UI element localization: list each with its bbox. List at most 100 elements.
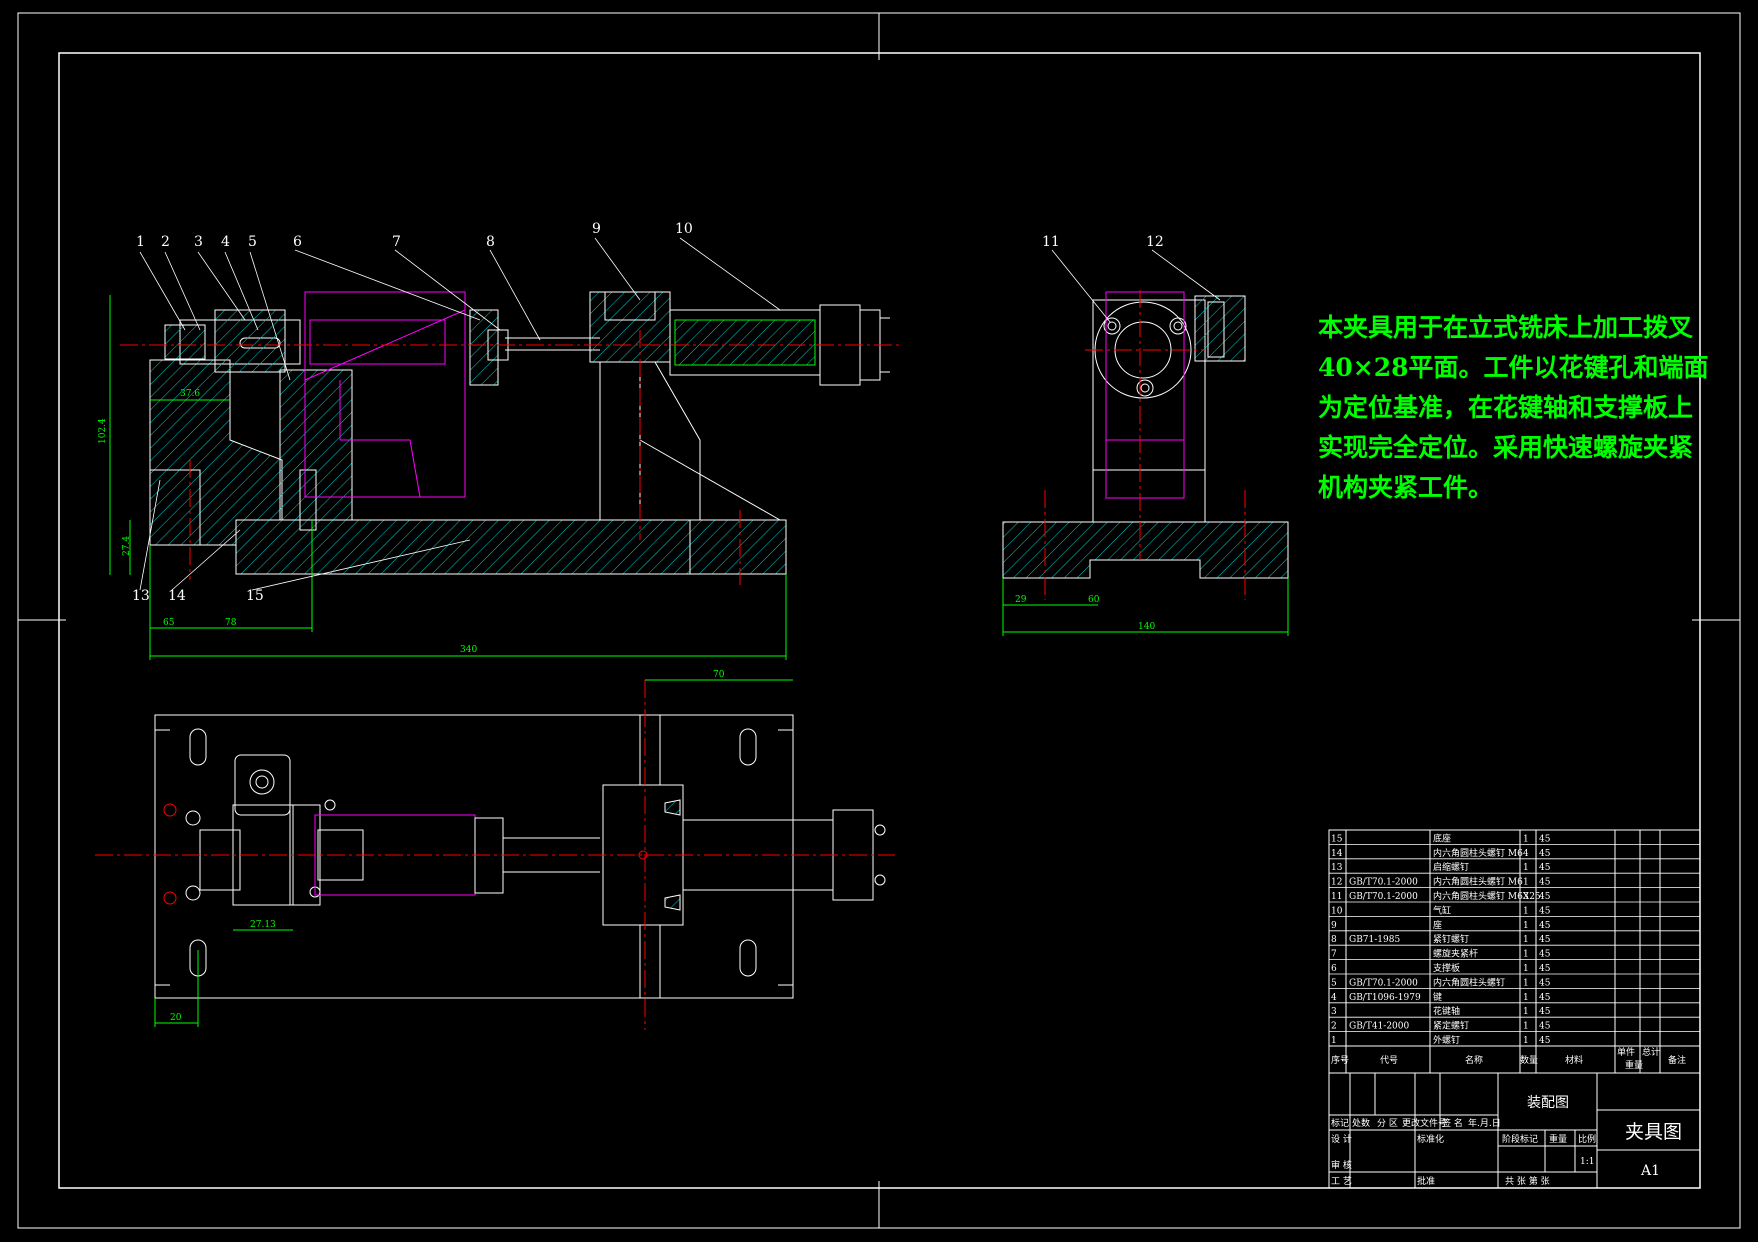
bom-cell-code: GB71-1985 (1349, 935, 1400, 945)
bom-cell-name: 内六角圆柱头螺钉 (1433, 976, 1505, 988)
label-ratio: 比例 (1578, 1133, 1596, 1145)
bom-cell-qty: 1 (1523, 863, 1529, 873)
bom-cell-code: GB/T70.1-2000 (1349, 892, 1418, 902)
bom-cell-name: 键 (1433, 991, 1442, 1003)
bom-cell-qty: 1 (1523, 993, 1529, 1003)
bom-cell-name: 座 (1433, 919, 1442, 931)
dim-sub: 27.4 (122, 536, 132, 556)
balloon-11: 11 (1042, 234, 1060, 250)
bom-cell-no: 9 (1331, 921, 1337, 931)
bom-cell-name: 启缩螺钉 (1433, 861, 1469, 873)
bom-header-unit: 单件 (1617, 1046, 1635, 1058)
bom-cell-qty: 1 (1523, 878, 1529, 888)
bom-header-mat: 材料 (1565, 1054, 1583, 1066)
bom-cell-qty: 1 (1523, 906, 1529, 916)
balloon-4: 4 (221, 234, 230, 250)
bom-cell-no: 2 (1331, 1022, 1337, 1032)
bom-cell-mat: 45 (1539, 935, 1551, 945)
label-sheets: 共 张 第 张 (1505, 1175, 1550, 1187)
note-line-2: 40×28平面。工件以花键孔和端面 (1318, 353, 1709, 382)
bom-cell-name: 紧定螺钉 (1433, 1020, 1469, 1032)
bom-rows: 15 底座 1 4514 内六角圆柱头螺钉 M6 4 4513 启缩螺钉 1 4512 GB/T70… (1329, 832, 1700, 1047)
label-zone: 分 区 (1377, 1118, 1398, 1129)
note-line-5: 机构夹紧工件。 (1318, 473, 1494, 502)
side-dimensions: 29 60 140 (1015, 595, 1155, 632)
bom-cell-mat: 45 (1539, 1007, 1551, 1017)
bom-cell-qty: 3 (1523, 892, 1529, 902)
balloon-15: 15 (246, 588, 264, 604)
bom-cell-mat: 45 (1539, 1022, 1551, 1032)
bom-cell-name: 支撑板 (1433, 962, 1460, 974)
bom-cell-qty: 1 (1523, 950, 1529, 960)
label-stage: 阶段标记 (1502, 1133, 1538, 1145)
base-section (235, 519, 787, 575)
sheet-size: A1 (1640, 1163, 1660, 1179)
dim-plan-left: 20 (170, 1013, 182, 1023)
bom-cell-qty: 4 (1523, 849, 1529, 859)
dim-plan-top: 70 (713, 670, 725, 680)
bom-cell-qty: 1 (1523, 921, 1529, 931)
balloon-8: 8 (486, 234, 495, 250)
bom-cell-name: 花键轴 (1433, 1005, 1460, 1017)
bom-cell-qty: 1 (1523, 964, 1529, 974)
bom-cell-qty: 1 (1523, 1007, 1529, 1017)
bom-cell-code: GB/T1096-1979 (1349, 993, 1421, 1003)
note-line-1: 本夹具用于在立式铣床上加工拨叉 (1318, 313, 1694, 342)
bom-cell-mat: 45 (1539, 950, 1551, 960)
label-mark: 标记 (1331, 1117, 1349, 1129)
bom-cell-no: 7 (1331, 950, 1337, 960)
bom-header-remark: 备注 (1668, 1054, 1686, 1066)
technical-note: 本夹具用于在立式铣床上加工拨叉 40×28平面。工件以花键孔和端面 为定位基准，… (1318, 308, 1709, 508)
bom-cell-name: 螺旋夹紧杆 (1433, 948, 1478, 960)
bom-cell-name: 紧钉螺钉 (1433, 934, 1469, 945)
balloon-10: 10 (675, 221, 693, 237)
balloon-13: 13 (132, 588, 150, 604)
balloon-14: 14 (168, 588, 186, 604)
bom-cell-no: 6 (1331, 964, 1337, 974)
label-change: 更改文件号 (1402, 1117, 1447, 1129)
label-process: 工 艺 (1331, 1176, 1352, 1187)
front-view (109, 237, 900, 660)
bom-cell-no: 3 (1331, 1007, 1337, 1017)
bom-cell-code: GB/T41-2000 (1349, 1022, 1410, 1032)
balloon-2: 2 (161, 234, 170, 250)
bom-cell-mat: 45 (1539, 892, 1551, 902)
seat-section (589, 291, 671, 363)
bom-cell-code: GB/T70.1-2000 (1349, 878, 1418, 888)
bom-cell-name: 气缸 (1433, 904, 1451, 916)
dim-top: 37.6 (180, 389, 200, 399)
bom-header-name: 名称 (1465, 1054, 1483, 1066)
assembly-drawing: 1 2 3 4 5 6 7 8 9 10 11 12 13 14 15 102.… (17, 12, 1741, 1229)
balloon-5: 5 (248, 234, 257, 250)
bom-cell-mat: 45 (1539, 906, 1551, 916)
bom-cell-mat: 45 (1539, 978, 1551, 988)
bom-cell-mat: 45 (1539, 878, 1551, 888)
bom-cell-qty: 1 (1523, 834, 1529, 844)
note-line-4: 实现完全定位。采用快速螺旋夹紧 (1318, 433, 1694, 462)
bom-cell-name: 底座 (1433, 832, 1451, 844)
drawing-name: 夹具图 (1625, 1121, 1682, 1143)
balloon-12: 12 (1146, 234, 1164, 250)
dim-side-a: 29 (1015, 595, 1027, 605)
label-count: 处数 (1352, 1117, 1370, 1129)
label-date: 年.月.日 (1468, 1117, 1501, 1129)
scale-value: 1:1 (1580, 1157, 1594, 1167)
label-check: 审 核 (1331, 1159, 1352, 1171)
bom-cell-no: 11 (1331, 892, 1342, 902)
bom-cell-no: 8 (1331, 935, 1337, 945)
balloon-3: 3 (194, 234, 203, 250)
balloon-7: 7 (392, 234, 401, 250)
bom-cell-no: 1 (1331, 1036, 1337, 1046)
label-standard: 标准化 (1417, 1133, 1444, 1145)
bom-cell-mat: 45 (1539, 849, 1551, 859)
title-block: 装配图 夹具图 A1 1:1 标记 处数 分 区 更改文件号 签 名 年.月.日… (1331, 1095, 1682, 1187)
balloon-9: 9 (592, 221, 601, 237)
bom-cell-qty: 1 (1523, 978, 1529, 988)
bom-cell-mat: 45 (1539, 921, 1551, 931)
bom-cell-no: 15 (1331, 834, 1343, 844)
bom-cell-no: 13 (1331, 863, 1343, 873)
label-weight: 重量 (1549, 1133, 1567, 1145)
dim-b: 78 (225, 618, 237, 628)
bom-header-code: 代号 (1380, 1055, 1398, 1066)
dim-side-b: 60 (1088, 595, 1100, 605)
